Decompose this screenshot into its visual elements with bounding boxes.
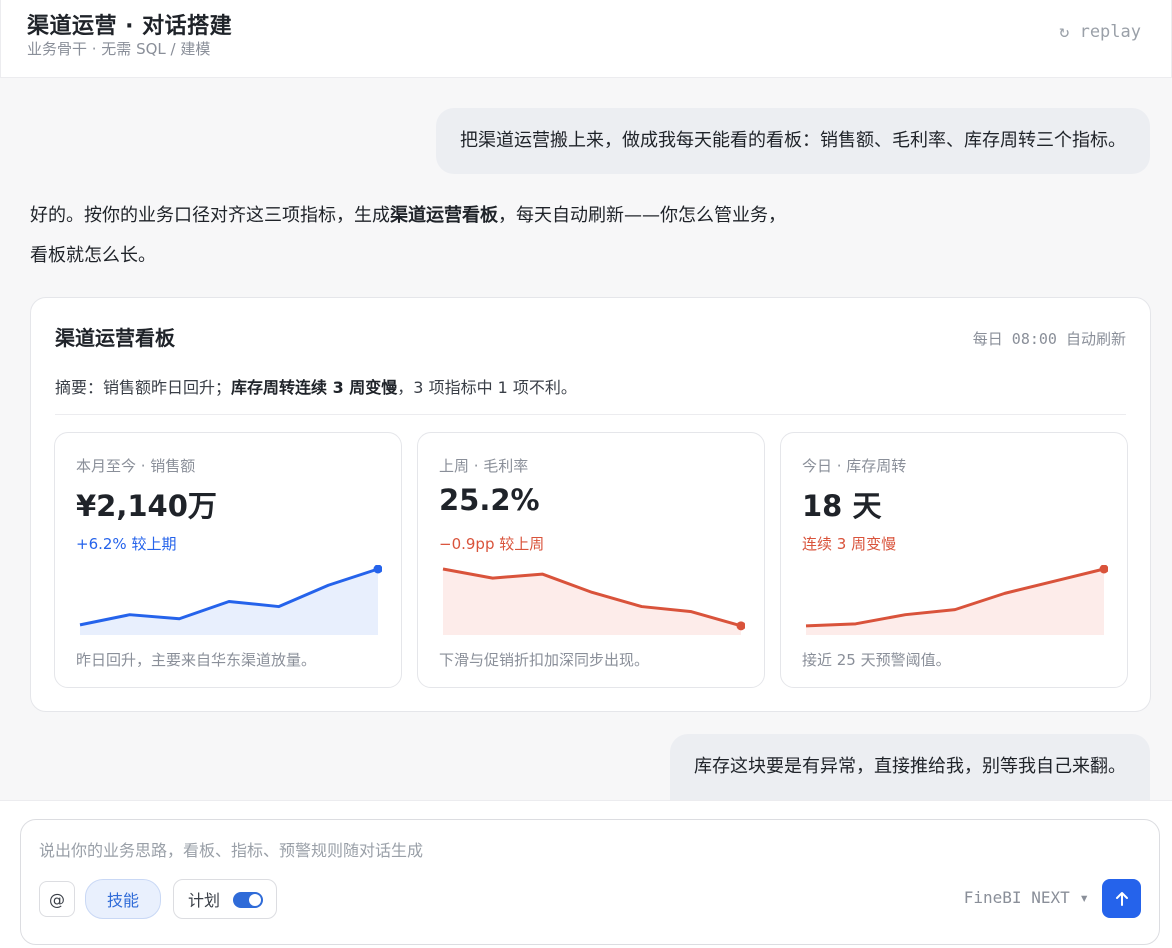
metric-label: 上周 · 毛利率 xyxy=(439,457,529,475)
metric-value: 25.2% xyxy=(439,483,540,517)
divider xyxy=(55,414,1126,415)
dashboard-refresh-schedule: 每日 08:00 自动刷新 xyxy=(972,330,1126,348)
metric-note: 下滑与促销折扣加深同步出现。 xyxy=(439,651,650,669)
dashboard-summary: 摘要：销售额昨日回升；库存周转连续 3 周变慢，3 项指标中 1 项不利。 xyxy=(55,374,577,398)
arrow-up-icon xyxy=(1115,891,1128,906)
dashboard-card: 渠道运营看板 每日 08:00 自动刷新 摘要：销售额昨日回升；库存周转连续 3… xyxy=(30,297,1151,712)
sparkline-sales xyxy=(79,565,382,635)
plan-label: 计划 xyxy=(188,891,221,910)
metric-label: 本月至今 · 销售额 xyxy=(76,457,196,475)
chat-area[interactable]: 把渠道运营搬上来，做成我每天能看的看板：销售额、毛利率、库存周转三个指标。 好的… xyxy=(0,78,1172,800)
assistant-text-bold: 渠道运营看板 xyxy=(390,205,498,226)
summary-part: ，3 项指标中 1 项不利。 xyxy=(397,378,577,397)
metric-label: 今日 · 库存周转 xyxy=(802,457,907,475)
page-title: 渠道运营 · 对话搭建 xyxy=(27,14,233,39)
composer-area: @ 技能 计划 FineBI NEXT ▾ xyxy=(0,800,1172,948)
sparkline-inventory xyxy=(805,565,1108,635)
sparkline-margin xyxy=(442,567,745,635)
dashboard-title: 渠道运营看板 xyxy=(55,326,175,350)
skill-button[interactable]: 技能 xyxy=(85,879,161,919)
metric-card-sales[interactable]: 本月至今 · 销售额 ¥2,140万 +6.2% 较上期 昨日回升，主要来自华东… xyxy=(54,432,402,688)
composer: @ 技能 计划 FineBI NEXT ▾ xyxy=(20,819,1160,945)
summary-part: 摘要：销售额昨日回升； xyxy=(55,378,232,397)
toggle-knob xyxy=(249,894,261,906)
metric-delta: −0.9pp 较上周 xyxy=(439,535,545,553)
user-message: 库存这块要是有异常，直接推给我，别等我自己来翻。 xyxy=(670,734,1150,800)
sparkline-area xyxy=(443,569,741,635)
metric-value: ¥2,140万 xyxy=(76,489,217,523)
toggle-switch[interactable] xyxy=(233,892,263,908)
app-header: 渠道运营 · 对话搭建 业务骨干 · 无需 SQL / 建模 ↻ replay xyxy=(0,0,1172,78)
metric-card-inventory[interactable]: 今日 · 库存周转 18 天 连续 3 周变慢 接近 25 天预警阈值。 xyxy=(780,432,1128,688)
replay-button[interactable]: ↻ replay xyxy=(1059,22,1141,42)
user-message: 把渠道运营搬上来，做成我每天能看的看板：销售额、毛利率、库存周转三个指标。 xyxy=(436,108,1150,174)
metric-card-margin[interactable]: 上周 · 毛利率 25.2% −0.9pp 较上周 下滑与促销折扣加深同步出现。 xyxy=(417,432,765,688)
metric-note: 昨日回升，主要来自华东渠道放量。 xyxy=(76,651,317,669)
mention-button[interactable]: @ xyxy=(39,881,75,917)
metric-delta: 连续 3 周变慢 xyxy=(802,535,897,553)
assistant-text-part: 好的。按你的业务口径对齐这三项指标，生成 xyxy=(30,205,390,226)
send-button[interactable] xyxy=(1102,879,1141,918)
metric-delta: +6.2% 较上期 xyxy=(76,535,177,553)
model-selector[interactable]: FineBI NEXT ▾ xyxy=(964,888,1089,907)
summary-bold: 库存周转连续 3 周变慢 xyxy=(231,378,398,397)
assistant-message: 好的。按你的业务口径对齐这三项指标，生成渠道运营看板，每天自动刷新——你怎么管业… xyxy=(30,196,1130,276)
assistant-text-part: 看板就怎么长。 xyxy=(30,245,156,266)
page-subtitle: 业务骨干 · 无需 SQL / 建模 xyxy=(27,40,211,58)
assistant-text-part: ，每天自动刷新——你怎么管业务， xyxy=(498,205,786,226)
metric-value: 18 天 xyxy=(802,489,882,523)
plan-toggle-button[interactable]: 计划 xyxy=(173,879,277,919)
metric-note: 接近 25 天预警阈值。 xyxy=(802,651,951,669)
message-input[interactable] xyxy=(39,836,1139,864)
